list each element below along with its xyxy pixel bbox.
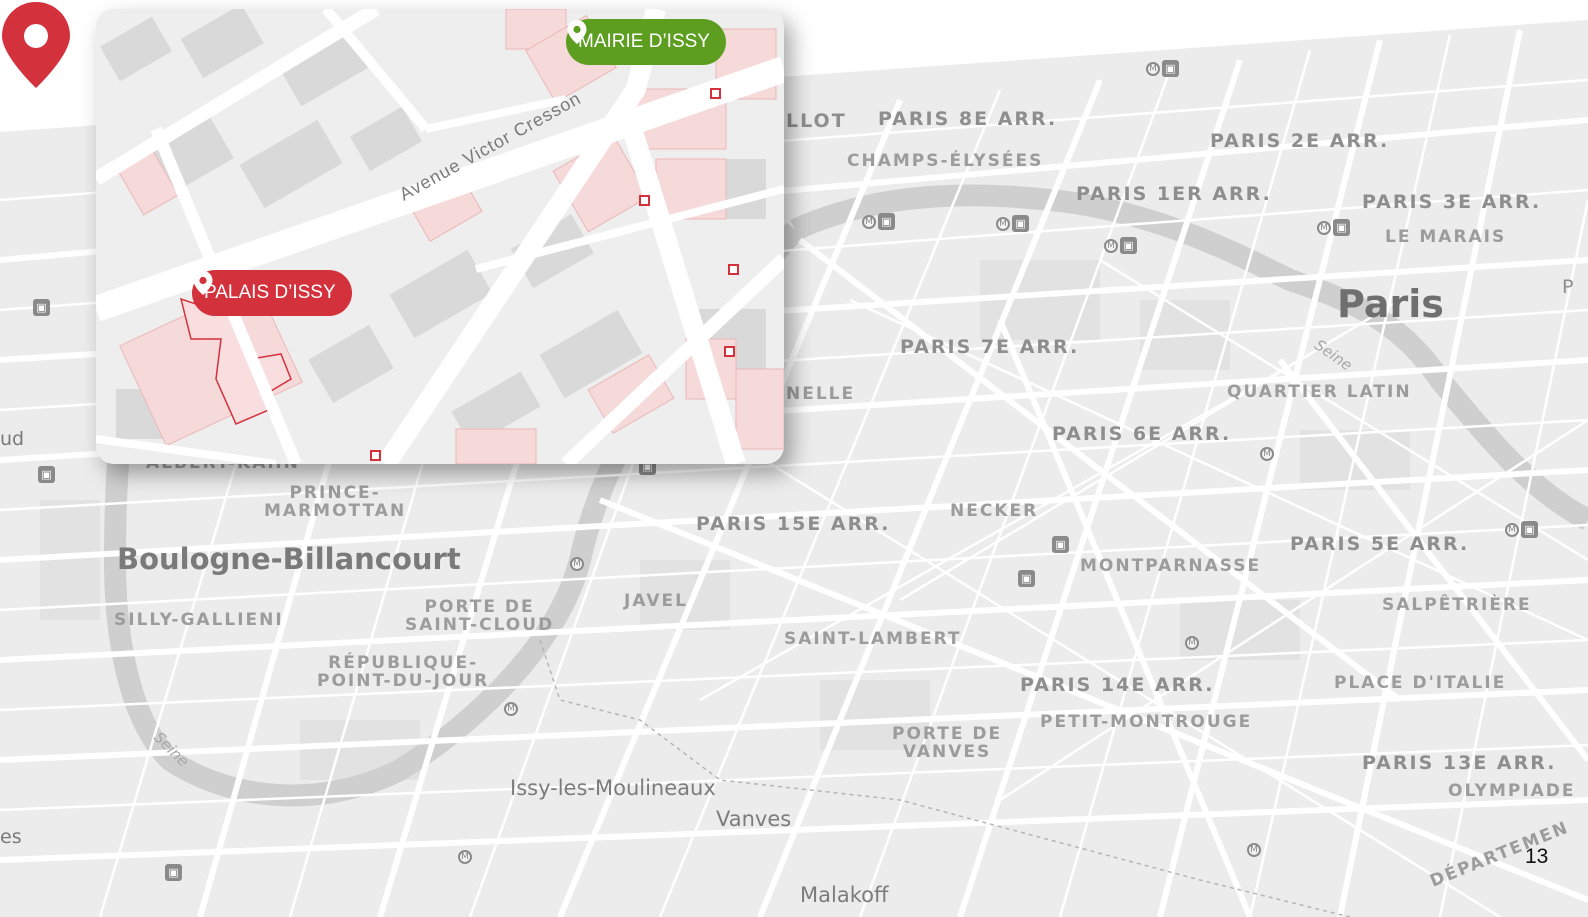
map-label: NELLE [786,384,856,404]
metro-icon: M [458,850,472,864]
map-label: SAINT-LAMBERT [784,629,962,649]
map-label: MONTPARNASSE [1080,556,1262,576]
train-station-icon: ▣ [33,299,50,316]
map-label: PRINCE- MARMOTTAN [264,483,407,521]
train-station-icon: ▣ [1333,219,1350,236]
train-station-icon: ▣ [1521,521,1538,538]
map-label: PETIT-MONTROUGE [1040,712,1253,732]
map-label-city: Vanves [716,807,792,831]
map-label: PARIS 6E ARR. [1052,423,1232,445]
train-station-icon: ▣ [878,213,895,230]
train-station-icon: ▣ [1018,570,1035,587]
callout-palais-issy[interactable]: PALAIS D’ISSY [192,270,352,316]
map-label: PORTE DE VANVES [892,724,1003,762]
train-station-icon: ▣ [38,466,55,483]
map-label: PORTE DE SAINT-CLOUD [405,597,555,635]
map-label: PARIS 2E ARR. [1210,130,1390,152]
map-label-city: Boulogne-Billancourt [117,542,461,576]
map-label: CHAMPS-ÉLYSÉES [847,151,1044,171]
map-label: NECKER [950,501,1039,521]
metro-icon: M [996,217,1010,231]
map-label: JAVEL [624,591,688,611]
map-label: SALPÊTRIÈRE [1382,595,1532,615]
metro-icon: M [1104,239,1118,253]
page-number: 13 [1525,845,1549,868]
map-label: PARIS 13E ARR. [1362,752,1557,774]
callout-label: MAIRIE D’ISSY [578,31,710,52]
location-pin-icon [567,20,587,44]
location-pin-icon [193,271,213,295]
map-label: PARIS 8E ARR. [878,108,1058,130]
train-station-icon: ▣ [1012,215,1029,232]
metro-icon: M [1317,221,1331,235]
metro-icon: M [1146,62,1160,76]
metro-icon: M [1260,447,1274,461]
map-label: PARIS 15E ARR. [696,513,891,535]
metro-icon: M [1505,523,1519,537]
map-label: OLYMPIADE [1448,781,1576,801]
map-label: es [0,826,22,848]
map-label: PARIS 7E ARR. [900,336,1080,358]
map-label-city: Malakoff [800,883,889,907]
train-station-icon: ▣ [165,864,182,881]
map-label: LE MARAIS [1385,227,1507,247]
metro-icon: M [504,702,518,716]
map-label: PLACE D'ITALIE [1334,673,1507,693]
metro-icon: M [570,557,584,571]
inset-map-streets [96,9,784,464]
map-label: PARIS 3E ARR. [1362,191,1542,213]
map-label-city: Issy-les-Moulineaux [510,776,716,800]
map-label: P [1562,276,1576,298]
map-label: LLOT [786,110,847,132]
train-station-icon: ▣ [1052,536,1069,553]
location-pin-icon[interactable] [0,0,72,90]
callout-label: PALAIS D’ISSY [204,282,336,303]
train-station-icon: ▣ [1162,60,1179,77]
map-label: QUARTIER LATIN [1227,382,1412,402]
map-label: PARIS 1ER ARR. [1076,183,1272,205]
map-label: SILLY-GALLIENI [114,610,284,630]
map-label: PARIS 14E ARR. [1020,674,1215,696]
train-station-icon: ▣ [1120,237,1137,254]
metro-icon: M [862,215,876,229]
inset-map[interactable]: Avenue Victor Cresson MAIRIE D’ISSY PALA… [96,9,784,464]
metro-icon: M [1185,636,1199,650]
metro-icon: M [1247,843,1261,857]
map-label: ud [0,428,25,450]
map-label: PARIS 5E ARR. [1290,533,1470,555]
map-label-paris: Paris [1337,282,1444,326]
map-label: RÉPUBLIQUE- POINT-DU-JOUR [317,653,490,691]
callout-mairie-issy[interactable]: MAIRIE D’ISSY [566,19,726,65]
